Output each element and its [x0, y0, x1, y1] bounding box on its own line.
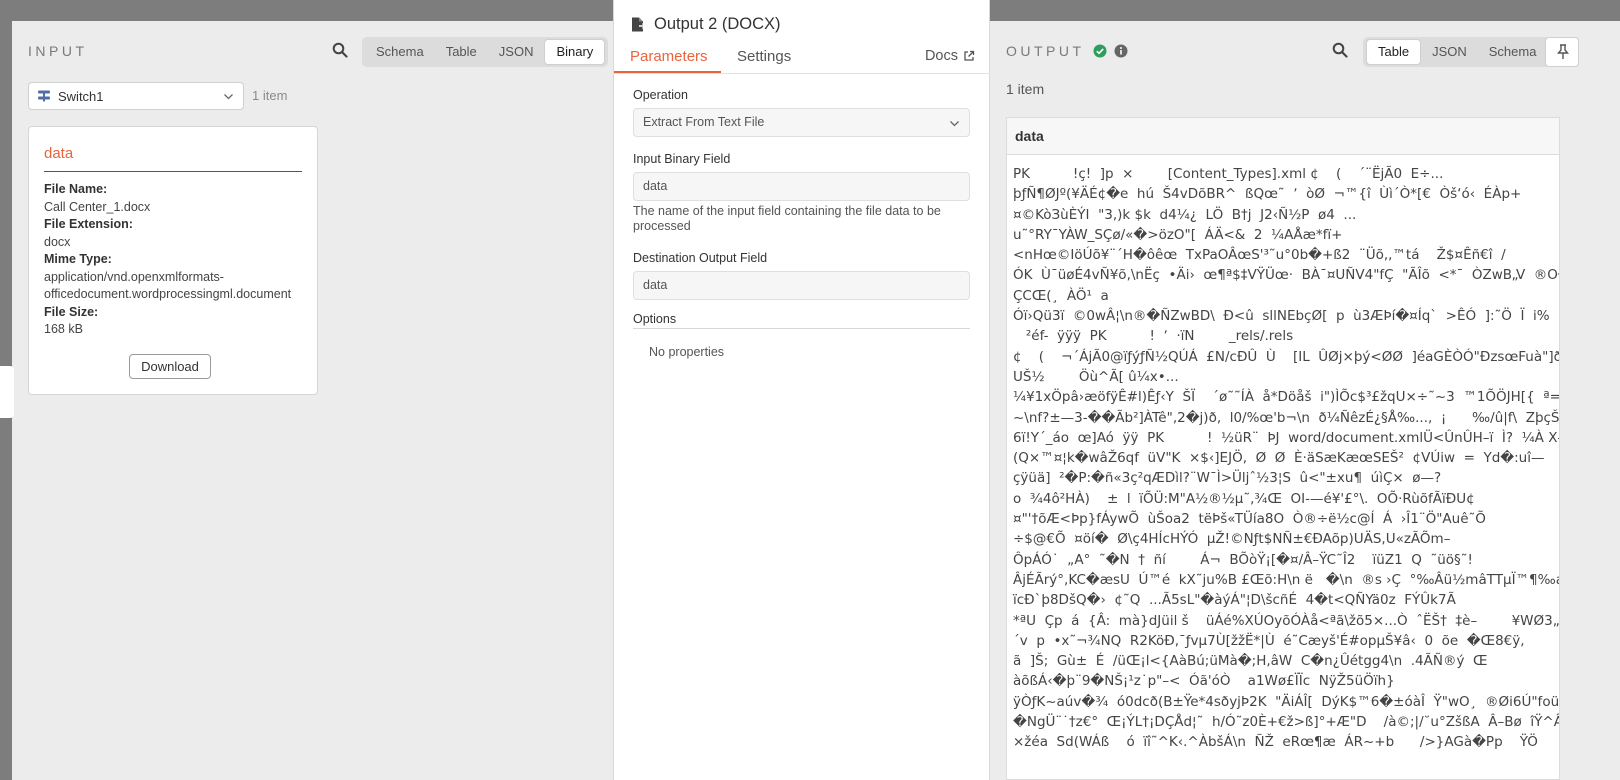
input-view-json[interactable]: JSON — [488, 40, 545, 64]
input-title: INPUT — [28, 43, 88, 59]
node-header: Output 2 (DOCX) — [630, 15, 781, 34]
input-binary-field-label: Input Binary Field — [633, 152, 731, 166]
output-data-cell: PK !ç! ]p × [Content_Types].xml ¢ ( ´¨Ëj… — [1013, 166, 1559, 751]
file-size-label: File Size: — [44, 304, 99, 319]
input-view-toggle: Schema Table JSON Binary — [362, 37, 609, 67]
search-icon[interactable] — [1332, 42, 1348, 58]
options-heading: Options — [633, 312, 677, 326]
chevron-down-icon — [950, 121, 959, 127]
docs-link[interactable]: Docs — [925, 48, 975, 64]
tab-parameters[interactable]: Parameters — [630, 48, 708, 65]
download-button[interactable]: Download — [129, 354, 211, 379]
binary-data-card: data File Name: Call Center_1.docx File … — [28, 126, 318, 395]
input-view-schema[interactable]: Schema — [365, 40, 435, 64]
external-link-icon — [964, 50, 975, 61]
options-divider — [633, 328, 970, 329]
output-header: OUTPUT — [1006, 43, 1128, 59]
input-node-select-value: Switch1 — [58, 88, 104, 104]
docs-link-label: Docs — [924, 48, 958, 64]
output-view-toggle: Table JSON Schema — [1363, 37, 1551, 67]
output-item-count: 1 item — [1006, 81, 1045, 97]
binary-card-title: data — [44, 145, 74, 162]
operation-select[interactable]: Extract From Text File — [633, 108, 970, 137]
left-edge-handle[interactable] — [0, 366, 14, 418]
active-tab-indicator — [614, 71, 721, 73]
check-circle-icon — [1093, 44, 1107, 58]
input-header: INPUT — [28, 43, 88, 61]
switch-node-icon — [38, 90, 50, 102]
no-properties-text: No properties — [649, 345, 725, 359]
file-extension-label: File Extension: — [44, 217, 133, 231]
file-name-value: Call Center_1.docx — [44, 199, 151, 214]
destination-output-field-input[interactable]: data — [633, 271, 970, 300]
output-view-table[interactable]: Table — [1366, 39, 1422, 65]
file-export-icon — [632, 17, 647, 32]
input-view-binary[interactable]: Binary — [544, 39, 606, 65]
output-panel: OUTPUT Table JSON Schema 1 item data PK … — [990, 21, 1620, 780]
file-name-label: File Name: — [44, 182, 108, 196]
output-view-json[interactable]: JSON — [1421, 40, 1478, 64]
pin-icon — [1557, 44, 1569, 59]
card-divider — [44, 171, 302, 172]
input-item-count: 1 item — [252, 88, 288, 103]
node-tabs: Parameters Settings Docs — [614, 44, 991, 74]
destination-output-field-label: Destination Output Field — [633, 251, 768, 265]
node-title: Output 2 (DOCX) — [654, 15, 781, 33]
input-view-table[interactable]: Table — [435, 40, 488, 64]
operation-label: Operation — [633, 88, 688, 102]
input-binary-field-input[interactable]: data — [633, 172, 970, 201]
tab-settings[interactable]: Settings — [737, 48, 791, 65]
binary-metadata: File Name: Call Center_1.docx File Exten… — [44, 181, 304, 339]
input-node-select[interactable]: Switch1 — [28, 82, 244, 110]
mime-type-value-line1: application/vnd.openxmlformats- — [44, 269, 224, 284]
output-title: OUTPUT — [1006, 43, 1085, 59]
search-icon[interactable] — [332, 42, 348, 58]
node-parameters-panel: Output 2 (DOCX) Parameters Settings Docs… — [613, 0, 991, 780]
mime-type-value-line2: officedocument.wordprocessingml.document — [44, 287, 292, 301]
input-panel: INPUT Schema Table JSON Binary Switch1 1… — [12, 21, 632, 780]
chevron-down-icon — [224, 94, 233, 100]
operation-select-value: Extract From Text File — [643, 115, 765, 129]
pin-data-button[interactable] — [1545, 37, 1579, 67]
mime-type-label: Mime Type: — [44, 252, 112, 266]
input-binary-field-hint: The name of the input field containing t… — [633, 204, 941, 233]
info-circle-icon[interactable] — [1114, 44, 1128, 58]
output-view-schema[interactable]: Schema — [1478, 40, 1548, 64]
output-table: data PK !ç! ]p × [Content_Types].xml ¢ (… — [1006, 117, 1560, 780]
file-extension-value: docx — [44, 234, 71, 249]
file-size-value: 168 kB — [44, 322, 83, 336]
output-column-header: data — [1007, 118, 1559, 155]
